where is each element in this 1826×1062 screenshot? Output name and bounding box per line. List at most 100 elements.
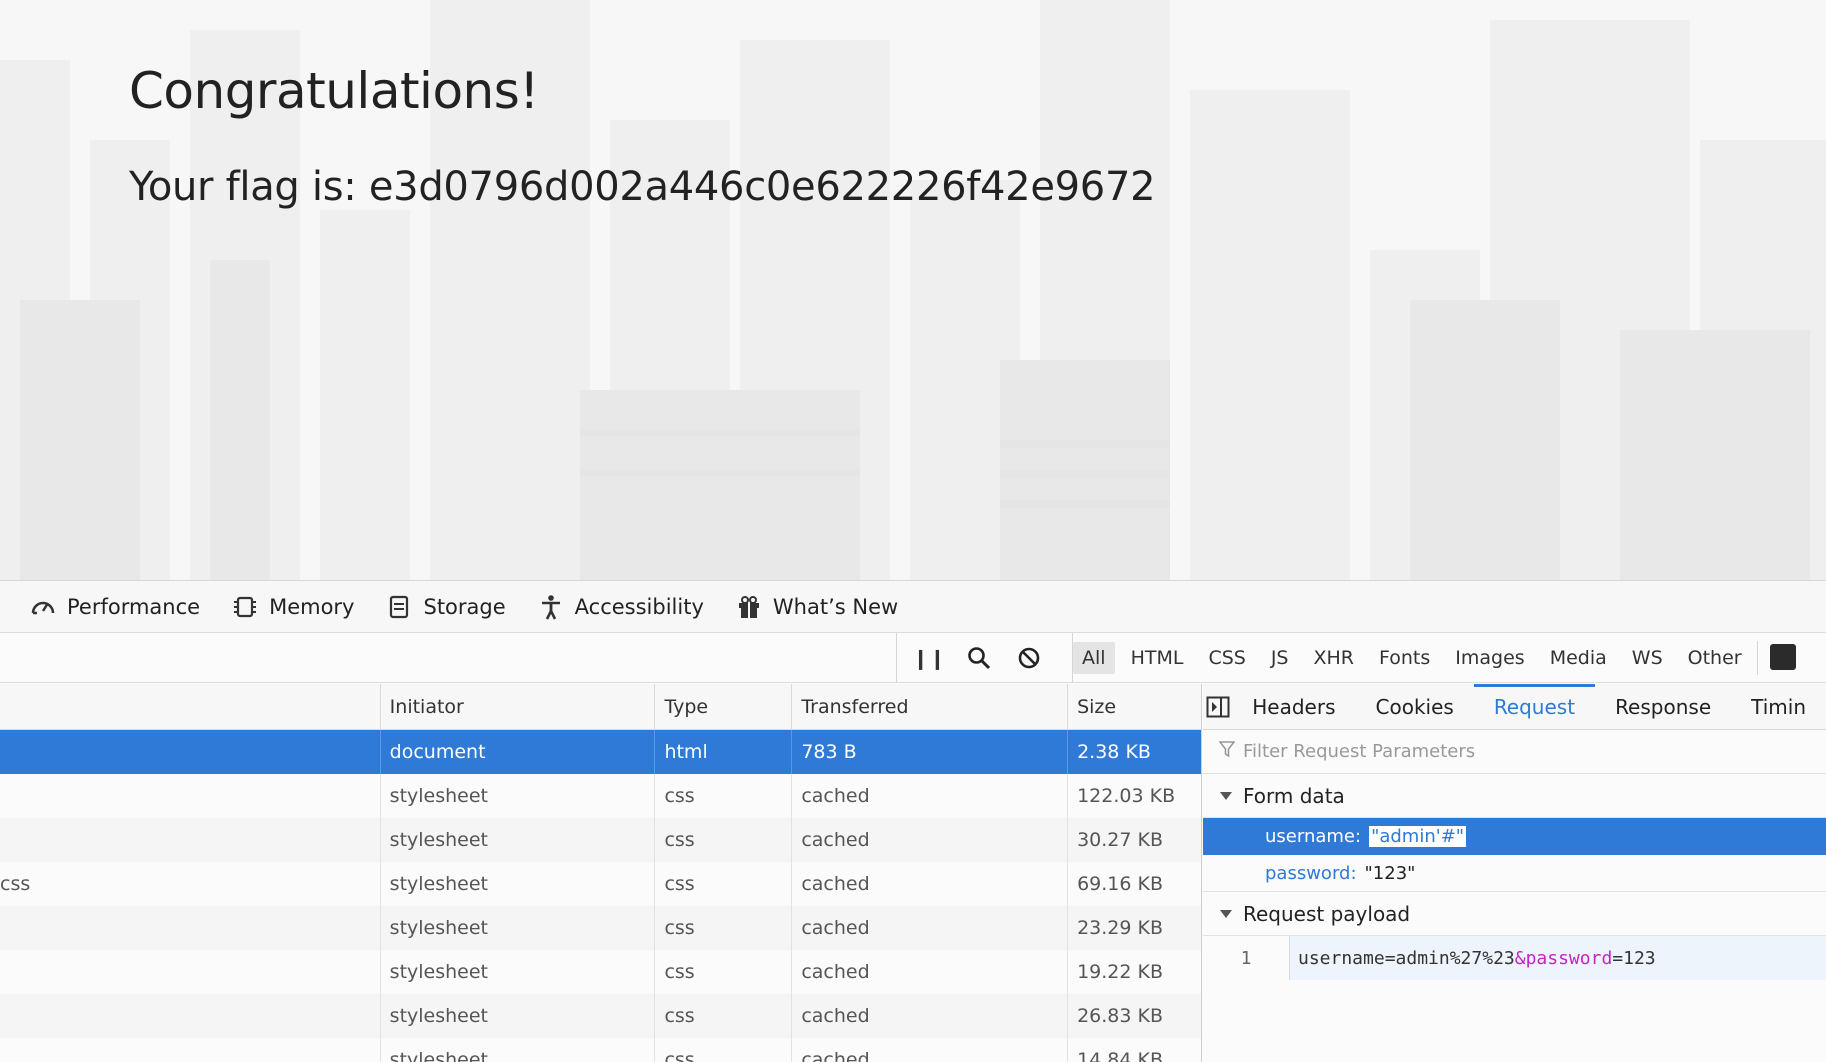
filter-xhr[interactable]: XHR [1305,642,1364,674]
table-row[interactable]: document html 783 B 2.38 KB [0,730,1201,774]
table-row[interactable]: stylesheet css cached 19.22 KB [0,950,1201,994]
tab-label: Storage [423,594,506,619]
column-header-size[interactable]: Size [1067,684,1201,729]
cell-transferred: cached [791,906,1067,950]
column-header-transferred[interactable]: Transferred [791,684,1067,729]
cell-initiator: stylesheet [379,906,655,950]
cell-size: 23.29 KB [1067,906,1201,950]
cell-transferred: cached [791,950,1067,994]
param-row-password[interactable]: password: "123" [1203,855,1826,892]
tab-headers[interactable]: Headers [1232,684,1355,730]
devtools-panel: Performance Memory Storage Accessibility… [0,580,1826,1062]
cell-initiator: stylesheet [379,774,655,818]
table-row[interactable]: stylesheet css cached 23.29 KB [0,906,1201,950]
column-header-file[interactable] [0,684,380,729]
accessibility-icon [536,592,566,622]
request-details-sidebar: Headers Cookies Request Response Timin F… [1203,684,1826,1062]
filter-media[interactable]: Media [1541,642,1616,674]
cell-file [0,730,380,774]
cell-type: css [654,862,791,906]
filter-html[interactable]: HTML [1122,642,1193,674]
cell-size: 69.16 KB [1067,862,1201,906]
persist-logs-checkbox[interactable] [1770,644,1796,670]
expand-triangle-icon [1217,909,1235,919]
cell-transferred: cached [791,862,1067,906]
page-heading: Congratulations! [129,62,539,120]
cell-file [0,994,380,1038]
cell-type: css [654,994,791,1038]
cell-file [0,906,380,950]
request-payload-section-header[interactable]: Request payload [1203,892,1826,936]
cell-size: 26.83 KB [1067,994,1201,1038]
search-icon[interactable] [961,640,997,676]
tab-label: Performance [67,594,201,619]
toolbar-divider [1757,641,1758,675]
tab-timings[interactable]: Timin [1731,684,1826,730]
cell-type: css [654,818,791,862]
cell-file [0,1038,380,1062]
cell-type: css [654,1038,791,1062]
tab-performance[interactable]: Performance [28,592,200,622]
performance-gauge-icon [28,592,58,622]
cell-type: html [654,730,791,774]
tab-memory[interactable]: Memory [230,592,354,622]
tab-label: Memory [269,594,355,619]
tab-accessibility[interactable]: Accessibility [536,592,704,622]
filter-other[interactable]: Other [1679,642,1751,674]
param-key: username: [1265,826,1362,847]
tab-cookies[interactable]: Cookies [1356,684,1474,730]
cell-transferred: cached [791,818,1067,862]
cell-initiator: stylesheet [379,994,655,1038]
tab-label: Accessibility [574,594,704,619]
tab-whats-new[interactable]: What’s New [734,592,898,622]
payload-keyword: &password [1514,947,1613,969]
request-table: Initiator Type Transferred Size document… [0,684,1202,1062]
filter-images[interactable]: Images [1446,642,1533,674]
filter-js[interactable]: JS [1262,642,1298,674]
table-row[interactable]: stylesheet css cached 14.84 KB [0,1038,1201,1062]
cell-transferred: 783 B [791,730,1067,774]
filter-all[interactable]: All [1073,642,1115,674]
payload-code-line[interactable]: 1 username=admin%27%23 &password =123 [1203,936,1826,980]
table-row[interactable]: stylesheet css cached 26.83 KB [0,994,1201,1038]
form-data-section-header[interactable]: Form data [1203,774,1826,818]
cell-file [0,774,380,818]
param-row-username[interactable]: username: "admin'#" [1203,818,1826,855]
filter-ws[interactable]: WS [1623,642,1672,674]
payload-part: =123 [1612,947,1656,969]
sidebar-toggle-icon[interactable] [1203,684,1232,730]
column-header-type[interactable]: Type [654,684,791,729]
tab-request[interactable]: Request [1473,684,1596,730]
table-header: Initiator Type Transferred Size [0,684,1201,730]
web-page: Congratulations! Your flag is: e3d0796d0… [0,0,1826,580]
cell-initiator: stylesheet [379,862,655,906]
payload-source[interactable]: username=admin%27%23 &password =123 [1289,936,1826,980]
filter-funnel-icon [1218,740,1236,763]
cell-initiator: stylesheet [379,950,655,994]
payload-part: username=admin%27%23 [1298,947,1515,969]
cell-initiator: document [379,730,655,774]
cell-initiator: stylesheet [379,1038,655,1062]
filter-css[interactable]: CSS [1199,642,1254,674]
tab-response[interactable]: Response [1595,684,1731,730]
gift-icon [734,592,764,622]
section-title: Form data [1243,783,1345,808]
param-value[interactable]: "admin'#" [1369,826,1467,847]
section-title: Request payload [1243,901,1411,926]
column-header-initiator[interactable]: Initiator [379,684,655,729]
tab-storage[interactable]: Storage [384,592,506,622]
table-row[interactable]: stylesheet css cached 122.03 KB [0,774,1201,818]
cell-file [0,818,380,862]
block-icon[interactable] [1011,640,1047,676]
memory-chip-icon [230,592,260,622]
filter-fonts[interactable]: Fonts [1370,642,1439,674]
table-row[interactable]: stylesheet css cached 30.27 KB [0,818,1201,862]
filter-request-parameters-input[interactable]: Filter Request Parameters [1203,730,1826,774]
cell-size: 14.84 KB [1067,1038,1201,1062]
flag-text: Your flag is: e3d0796d002a446c0e622226f4… [129,164,1156,210]
pause-icon[interactable]: ❙❙ [911,640,947,676]
cell-file: css [0,873,31,895]
table-row[interactable]: css stylesheet css cached 69.16 KB [0,862,1201,906]
tab-label: What’s New [772,594,899,619]
param-value[interactable]: "123" [1365,863,1416,884]
